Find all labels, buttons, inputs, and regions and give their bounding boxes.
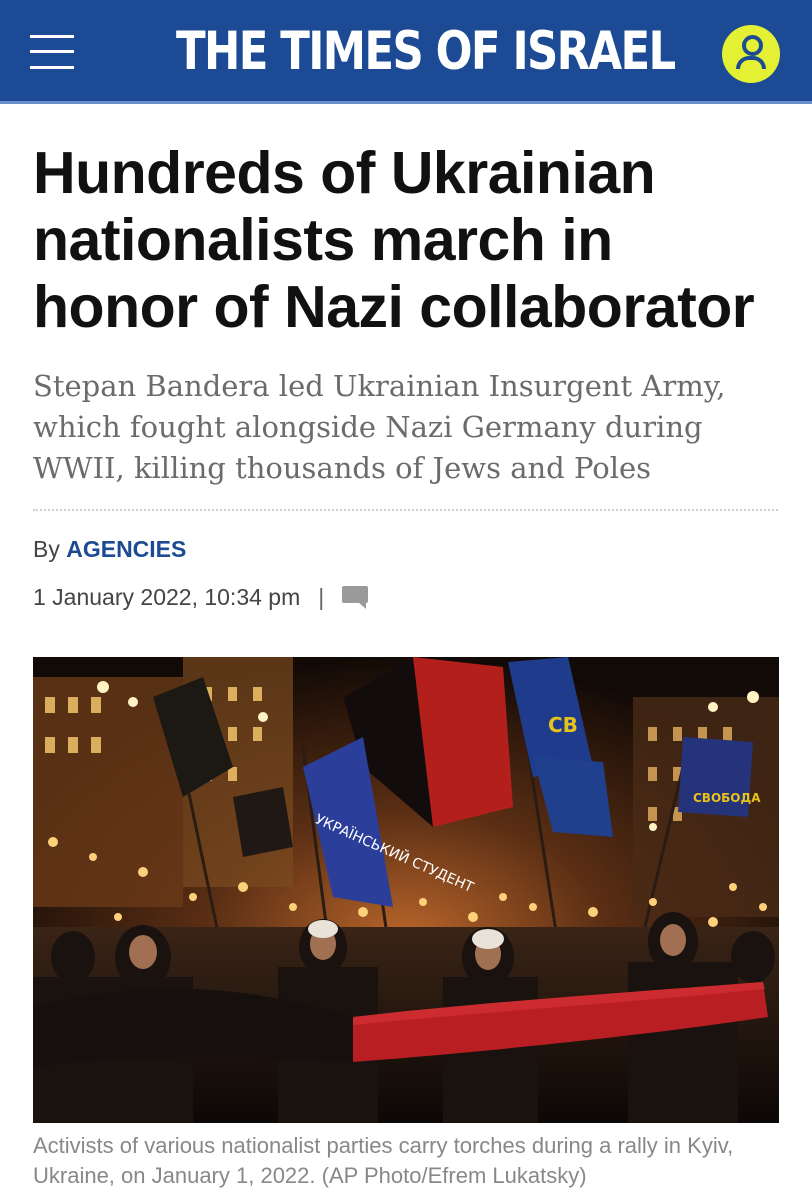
dateline: 1 January 2022, 10:34 pm | [33,582,369,612]
author-link[interactable]: AGENCIES [66,536,186,562]
article-headline: Hundreds of Ukrainian nationalists march… [33,140,755,340]
article-photo[interactable]: СВ УКРАЇНСЬКИЙ СТУДЕНТ СВОБОДА [33,657,779,1123]
comment-icon[interactable] [342,586,369,609]
publish-date: 1 January 2022, 10:34 pm [33,584,301,610]
menu-icon[interactable] [30,35,74,69]
byline-prefix: By [33,536,60,562]
user-icon [742,35,763,56]
top-navigation-bar: THE TIMES OF ISRAEL [0,0,812,104]
separator: | [318,584,325,610]
user-account-button[interactable] [722,25,780,83]
photo-caption: Activists of various nationalist parties… [33,1133,734,1188]
divider [33,509,778,511]
flag-text-svoboda: СВОБОДА [693,791,761,805]
article-subheadline: Stepan Bandera led Ukrainian Insurgent A… [33,369,726,485]
byline: By AGENCIES [33,534,186,564]
svg-text:СВ: СВ [548,713,578,737]
site-logo[interactable]: THE TIMES OF ISRAEL [176,16,676,88]
